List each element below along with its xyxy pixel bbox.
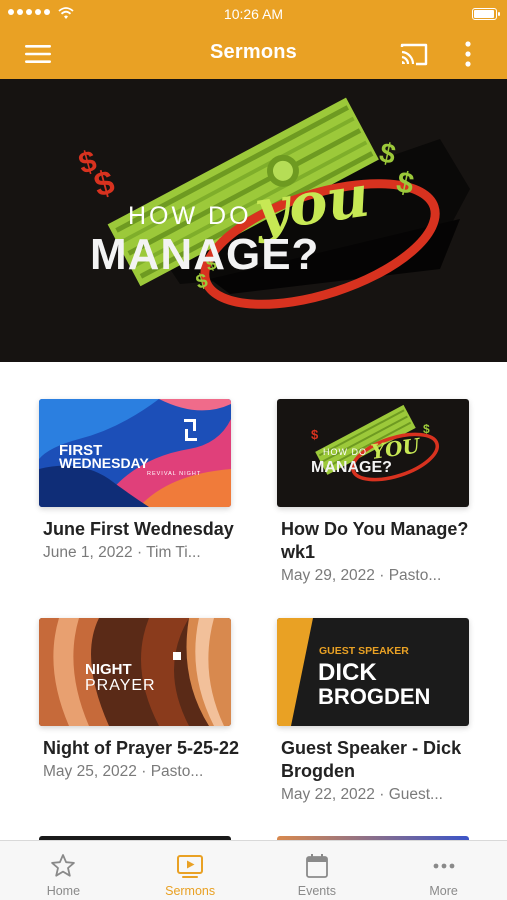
- tab-label: More: [429, 884, 458, 898]
- tab-label: Home: [46, 884, 81, 898]
- sermon-card[interactable]: $ $ HOW DO YOU MANAGE? How Do You Manage…: [277, 399, 469, 586]
- star-icon: [51, 854, 76, 877]
- vertical-ellipsis-icon[interactable]: [456, 38, 480, 70]
- tab-sermons[interactable]: Sermons: [127, 841, 254, 900]
- sermon-thumbnail: $ $ HOW DO YOU MANAGE?: [277, 399, 469, 507]
- calendar-icon: [305, 854, 328, 878]
- navigation-bar: Sermons: [0, 28, 507, 79]
- video-icon: [177, 855, 204, 878]
- thumb-tag: REVIVAL NIGHT: [147, 471, 201, 477]
- thumb-line2: MANAGE?: [311, 459, 392, 476]
- sermon-thumbnail: GUEST SPEAKER DICK BROGDEN: [277, 618, 469, 726]
- sermon-thumbnail: FIRST WEDNESDAY REVIVAL NIGHT: [39, 399, 231, 507]
- sermon-card[interactable]: NIGHT PRAYER Night of Prayer 5-25-22 May…: [39, 618, 239, 782]
- featured-sermon-banner[interactable]: $ $ $ $ $ $ HOW DO you MANAGE?: [0, 79, 507, 362]
- hero-line1: HOW DO: [128, 202, 252, 230]
- sermon-meta: June 1, 2022 · Tim Ti...: [43, 544, 201, 561]
- sermon-meta: May 22, 2022 · Guest...: [281, 786, 443, 803]
- sermon-title: How Do You Manage? wk1: [281, 519, 469, 562]
- night-of-prayer-artwork: NIGHT PRAYER: [39, 618, 231, 726]
- sermon-title: Night of Prayer 5-25-22: [43, 738, 240, 758]
- thumb-line1: HOW DO: [323, 447, 367, 457]
- thumb-line1: DICK: [318, 659, 377, 686]
- how-do-you-manage-artwork: $ $ HOW DO YOU MANAGE?: [277, 399, 469, 507]
- status-time: 10:26 AM: [223, 6, 284, 22]
- tab-more[interactable]: More: [380, 841, 507, 900]
- tab-label: Sermons: [165, 884, 216, 898]
- thumb-line2: BROGDEN: [318, 684, 430, 709]
- svg-text:$: $: [90, 163, 118, 205]
- sermon-grid: FIRST WEDNESDAY REVIVAL NIGHT June First…: [0, 362, 507, 840]
- battery-icon: [472, 8, 500, 20]
- tab-label: Events: [297, 884, 336, 898]
- sermon-thumbnail: NIGHT PRAYER: [39, 618, 231, 726]
- guest-speaker-artwork: GUEST SPEAKER DICK BROGDEN: [277, 618, 469, 726]
- hero-line2: MANAGE?: [90, 230, 319, 279]
- sermon-meta: May 29, 2022 · Pasto...: [281, 567, 442, 584]
- thumb-tag: GUEST SPEAKER: [319, 645, 409, 657]
- tab-bar: Home Sermons Events More: [0, 840, 507, 900]
- sermon-title: Guest Speaker - Dick Brogden: [281, 738, 462, 781]
- thumb-line2: WEDNESDAY: [59, 455, 149, 471]
- sermon-title: June First Wednesday: [43, 519, 234, 539]
- svg-text:$: $: [423, 422, 430, 436]
- sermon-meta: May 25, 2022 · Pasto...: [43, 763, 204, 780]
- tab-events[interactable]: Events: [254, 841, 381, 900]
- first-wednesday-artwork: FIRST WEDNESDAY REVIVAL NIGHT: [39, 399, 231, 507]
- horizontal-ellipsis-icon: [433, 863, 455, 869]
- thumb-line1: NIGHT: [85, 661, 132, 678]
- sermon-card[interactable]: FIRST WEDNESDAY REVIVAL NIGHT June First…: [39, 399, 234, 563]
- svg-text:$: $: [311, 427, 319, 442]
- tab-home[interactable]: Home: [0, 841, 127, 900]
- cast-icon[interactable]: [398, 40, 430, 68]
- status-bar: 10:26 AM: [0, 0, 507, 28]
- thumb-line2: PRAYER: [85, 677, 156, 694]
- page-title: Sermons: [210, 41, 297, 63]
- featured-sermon-artwork: $ $ $ $ $ $ HOW DO you MANAGE?: [75, 97, 470, 309]
- sermon-card[interactable]: GUEST SPEAKER DICK BROGDEN Guest Speaker…: [277, 618, 469, 805]
